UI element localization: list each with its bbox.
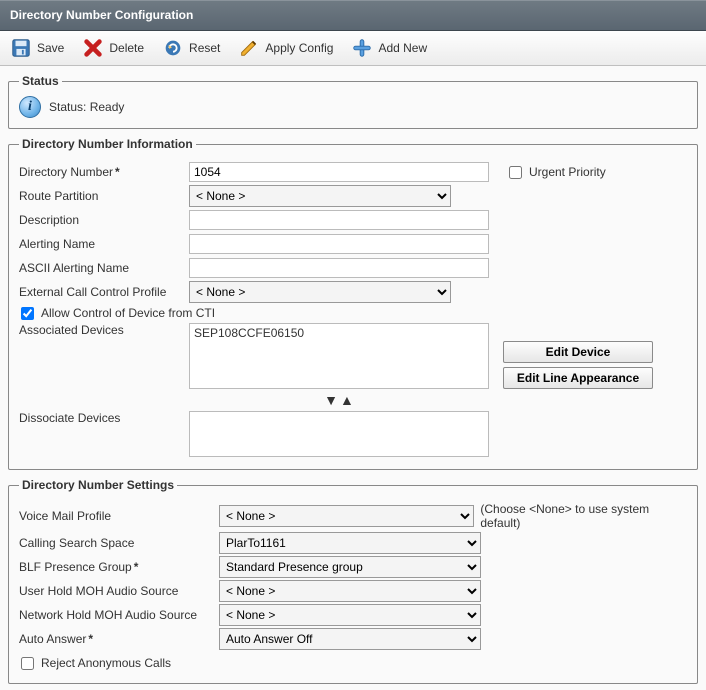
chevron-down-icon[interactable]: ▼︎ <box>324 393 338 407</box>
status-fieldset: Status i Status: Ready <box>8 74 698 129</box>
route-partition-label: Route Partition <box>19 189 189 203</box>
voice-mail-profile-label: Voice Mail Profile <box>19 509 219 523</box>
user-hold-moh-select[interactable]: < None > <box>219 580 481 602</box>
status-text: Status: Ready <box>49 100 124 114</box>
voice-mail-profile-hint: (Choose <None> to use system default) <box>480 502 687 530</box>
transfer-arrows: ▼︎ ▲︎ <box>189 391 489 409</box>
route-partition-select[interactable]: < None > <box>189 185 451 207</box>
apply-config-button[interactable]: Apply Config <box>236 35 335 61</box>
description-input[interactable] <box>189 210 489 230</box>
pencil-icon <box>238 37 260 59</box>
save-button[interactable]: Save <box>8 35 66 61</box>
blf-presence-group-label: BLF Presence Group <box>19 560 219 574</box>
list-item[interactable]: SEP108CCFE06150 <box>194 326 484 340</box>
dn-info-fieldset: Directory Number Information Directory N… <box>8 137 698 470</box>
calling-search-space-select[interactable]: PlarTo1161 <box>219 532 481 554</box>
dn-settings-fieldset: Directory Number Settings Voice Mail Pro… <box>8 478 698 684</box>
add-new-label: Add New <box>378 41 427 55</box>
info-icon: i <box>19 96 41 118</box>
user-hold-moh-label: User Hold MOH Audio Source <box>19 584 219 598</box>
chevron-up-icon[interactable]: ▲︎ <box>340 393 354 407</box>
urgent-priority-label: Urgent Priority <box>529 165 606 179</box>
status-legend: Status <box>19 74 62 88</box>
network-hold-moh-select[interactable]: < None > <box>219 604 481 626</box>
edit-line-appearance-button[interactable]: Edit Line Appearance <box>503 367 653 389</box>
delete-label: Delete <box>109 41 144 55</box>
save-label: Save <box>37 41 64 55</box>
alerting-name-input[interactable] <box>189 234 489 254</box>
edit-device-button[interactable]: Edit Device <box>503 341 653 363</box>
reset-icon <box>162 37 184 59</box>
reject-anonymous-label: Reject Anonymous Calls <box>41 656 171 670</box>
voice-mail-profile-select[interactable]: < None > <box>219 505 474 527</box>
directory-number-input[interactable] <box>189 162 489 182</box>
associated-devices-list[interactable]: SEP108CCFE06150 <box>189 323 489 389</box>
ascii-alerting-name-label: ASCII Alerting Name <box>19 261 189 275</box>
dn-settings-legend: Directory Number Settings <box>19 478 177 492</box>
apply-config-label: Apply Config <box>265 41 333 55</box>
dn-info-legend: Directory Number Information <box>19 137 196 151</box>
associated-devices-label: Associated Devices <box>19 323 189 337</box>
add-new-button[interactable]: Add New <box>349 35 429 61</box>
floppy-disk-icon <box>10 37 32 59</box>
dissociate-devices-list[interactable] <box>189 411 489 457</box>
toolbar: Save Delete Reset Apply Config Add New <box>0 31 706 66</box>
alerting-name-label: Alerting Name <box>19 237 189 251</box>
calling-search-space-label: Calling Search Space <box>19 536 219 550</box>
x-delete-icon <box>82 37 104 59</box>
blf-presence-group-select[interactable]: Standard Presence group <box>219 556 481 578</box>
ascii-alerting-name-input[interactable] <box>189 258 489 278</box>
page-title-bar: Directory Number Configuration <box>0 0 706 31</box>
ext-call-control-label: External Call Control Profile <box>19 285 189 299</box>
auto-answer-label: Auto Answer <box>19 632 219 646</box>
dissociate-devices-label: Dissociate Devices <box>19 411 189 425</box>
page-title: Directory Number Configuration <box>10 8 193 22</box>
reset-label: Reset <box>189 41 220 55</box>
ext-call-control-select[interactable]: < None > <box>189 281 451 303</box>
reject-anonymous-checkbox[interactable] <box>21 657 34 670</box>
allow-cti-label: Allow Control of Device from CTI <box>41 306 215 320</box>
plus-icon <box>351 37 373 59</box>
reset-button[interactable]: Reset <box>160 35 222 61</box>
description-label: Description <box>19 213 189 227</box>
auto-answer-select[interactable]: Auto Answer Off <box>219 628 481 650</box>
directory-number-label: Directory Number <box>19 165 189 179</box>
urgent-priority-checkbox[interactable] <box>509 166 522 179</box>
delete-button[interactable]: Delete <box>80 35 146 61</box>
network-hold-moh-label: Network Hold MOH Audio Source <box>19 608 219 622</box>
allow-cti-checkbox[interactable] <box>21 307 34 320</box>
